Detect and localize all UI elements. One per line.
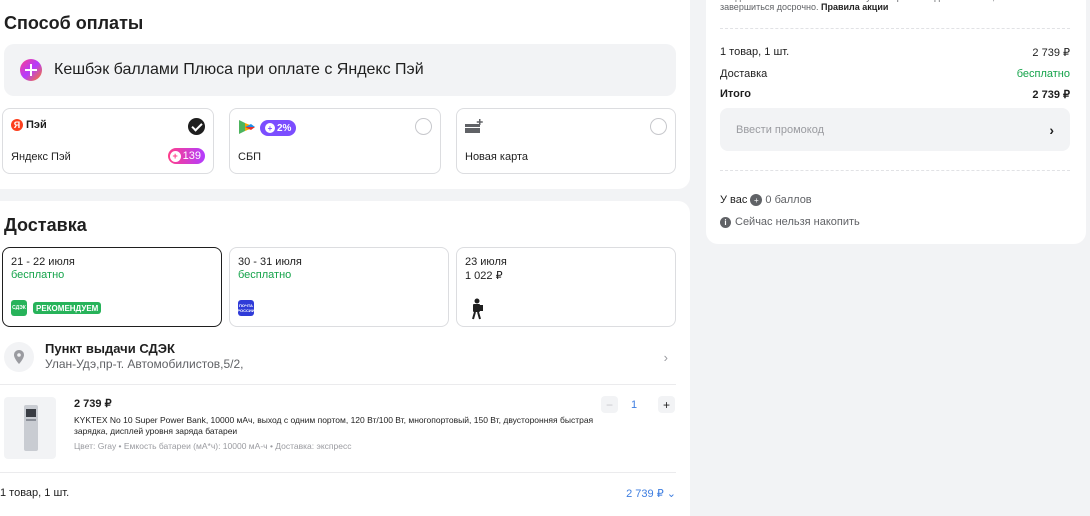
walking-courier-icon xyxy=(472,298,483,320)
info-icon: i xyxy=(720,216,731,228)
recommended-badge: РЕКОМЕНДУЕМ xyxy=(33,302,102,314)
summary-row-total: Итого 2 739 ₽ xyxy=(720,88,1070,101)
payment-radio-sbp[interactable] xyxy=(415,118,432,135)
payment-radio-new-card[interactable] xyxy=(650,118,667,135)
delivery-option-cdek[interactable]: 21 - 22 июля бесплатно СДЭК РЕКОМЕНДУЕМ xyxy=(2,247,222,327)
delivery-price: 1 022 ₽ xyxy=(465,270,503,282)
payment-option-name: Новая карта xyxy=(465,151,528,163)
chevron-down-icon: ⌄ xyxy=(666,488,676,500)
items-total: 2 739 ₽ xyxy=(626,488,664,500)
promo-code-placeholder: Ввести промокод xyxy=(736,123,825,136)
payment-option-sbp[interactable]: + 2% СБП xyxy=(229,108,441,174)
divider xyxy=(0,384,676,385)
sbp-cashback-badge: + 2% xyxy=(260,120,297,136)
delivery-price: бесплатно xyxy=(11,269,65,281)
chevron-right-icon: › xyxy=(663,350,668,365)
delivery-price: бесплатно xyxy=(238,269,292,281)
summary-row-delivery: Доставка бесплатно xyxy=(720,68,1070,80)
items-count: 1 товар, 1 шт. xyxy=(0,487,70,499)
payment-option-name: Яндекс Пэй xyxy=(11,151,71,163)
plus-icon: + xyxy=(169,150,181,162)
payment-title: Способ оплаты xyxy=(4,13,144,33)
pickup-point-row[interactable]: Пункт выдачи СДЭК Улан-Удэ,пр-т. Автомоб… xyxy=(0,338,676,378)
order-summary: 2% дополнительных баллов за покупки чере… xyxy=(706,0,1086,244)
payment-section: Способ оплаты Кешбэк баллами Плюса при о… xyxy=(0,0,690,189)
payment-option-yandex-pay[interactable]: Я Пэй Яндекс Пэй + 139 xyxy=(2,108,214,174)
product-price: 2 739 ₽ xyxy=(74,398,112,410)
pickup-point-address: Улан-Удэ,пр-т. Автомобилистов,5/2, xyxy=(45,357,244,371)
delivery-section: Доставка 21 - 22 июля бесплатно СДЭК РЕК… xyxy=(0,201,690,516)
delivery-date: 23 июля xyxy=(465,256,507,268)
plus-points-balance: У вас + 0 баллов xyxy=(720,194,812,206)
divider xyxy=(0,472,676,473)
chevron-right-icon: › xyxy=(1049,121,1054,138)
delivery-title: Доставка xyxy=(4,215,87,235)
payment-radio-yandex-pay[interactable] xyxy=(188,118,205,135)
items-total-toggle[interactable]: 2 739 ₽ ⌄ xyxy=(626,487,676,500)
cashback-text: Кешбэк баллами Плюса при оплате с Яндекс… xyxy=(54,61,424,78)
delivery-option-post[interactable]: 30 - 31 июля бесплатно ПОЧТА РОССИИ xyxy=(229,247,449,327)
delivery-option-courier[interactable]: 23 июля 1 022 ₽ xyxy=(456,247,676,327)
plus-icon: + xyxy=(265,123,275,133)
delivery-date: 21 - 22 июля xyxy=(11,256,75,268)
delivery-date: 30 - 31 июля xyxy=(238,256,302,268)
promo-rules-link[interactable]: Правила акции xyxy=(821,2,888,12)
sbp-icon xyxy=(239,120,255,134)
yandex-pay-logo: Я Пэй xyxy=(11,119,47,131)
quantity-value: 1 xyxy=(631,399,638,411)
plus-points-badge: + 139 xyxy=(167,148,205,164)
add-card-icon xyxy=(465,119,483,133)
payment-option-new-card[interactable]: Новая карта xyxy=(456,108,676,174)
payment-option-name: СБП xyxy=(238,151,262,163)
promo-code-button[interactable]: Ввести промокод › xyxy=(720,108,1070,151)
location-pin-icon xyxy=(4,342,34,372)
quantity-decrease-button[interactable]: − xyxy=(601,396,618,413)
summary-row-items: 1 товар, 1 шт. 2 739 ₽ xyxy=(720,46,1070,59)
product-title[interactable]: KYKTEX No 10 Super Power Bank, 10000 мАч… xyxy=(74,415,594,437)
cdek-logo: СДЭК xyxy=(11,300,27,316)
product-image[interactable] xyxy=(4,397,56,459)
pickup-point-title: Пункт выдачи СДЭК xyxy=(45,341,175,356)
plus-points-icon: + xyxy=(750,194,763,206)
plus-cashback-icon xyxy=(20,59,42,81)
divider xyxy=(720,170,1070,171)
russian-post-logo: ПОЧТА РОССИИ xyxy=(237,300,255,316)
promo-note: 2% дополнительных баллов за покупки чере… xyxy=(720,0,1023,12)
product-attributes: Цвет: Gray • Емкость батареи (мА*ч): 100… xyxy=(74,441,352,451)
points-unavailable-notice: i Сейчас нельзя накопить xyxy=(720,216,860,228)
divider xyxy=(720,28,1070,29)
yandex-icon: Я xyxy=(11,119,23,131)
cashback-banner: Кешбэк баллами Плюса при оплате с Яндекс… xyxy=(4,44,676,96)
quantity-increase-button[interactable]: + xyxy=(658,396,675,413)
